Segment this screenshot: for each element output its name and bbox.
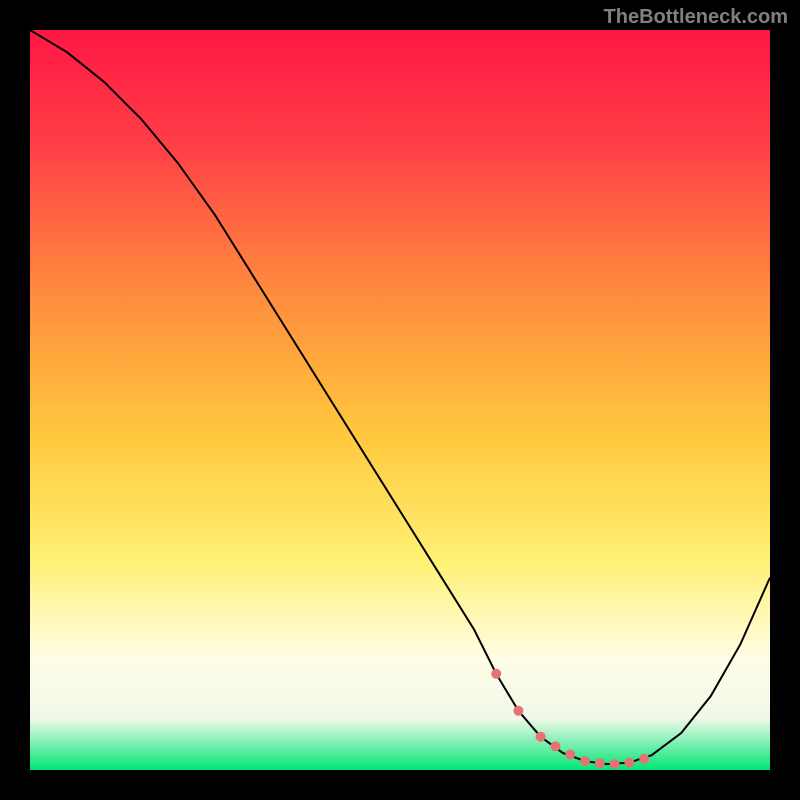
- optimal-dot: [624, 758, 634, 768]
- chart-background: [30, 30, 770, 770]
- bottleneck-chart: [30, 30, 770, 770]
- optimal-dot: [610, 759, 620, 769]
- optimal-dot: [550, 741, 560, 751]
- optimal-dot: [491, 669, 501, 679]
- optimal-dot: [580, 756, 590, 766]
- optimal-dot: [513, 706, 523, 716]
- chart-container: TheBottleneck.com: [0, 0, 800, 800]
- optimal-dot: [639, 754, 649, 764]
- watermark-text: TheBottleneck.com: [604, 6, 788, 29]
- optimal-dot: [595, 758, 605, 768]
- optimal-dot: [565, 749, 575, 759]
- optimal-dot: [536, 732, 546, 742]
